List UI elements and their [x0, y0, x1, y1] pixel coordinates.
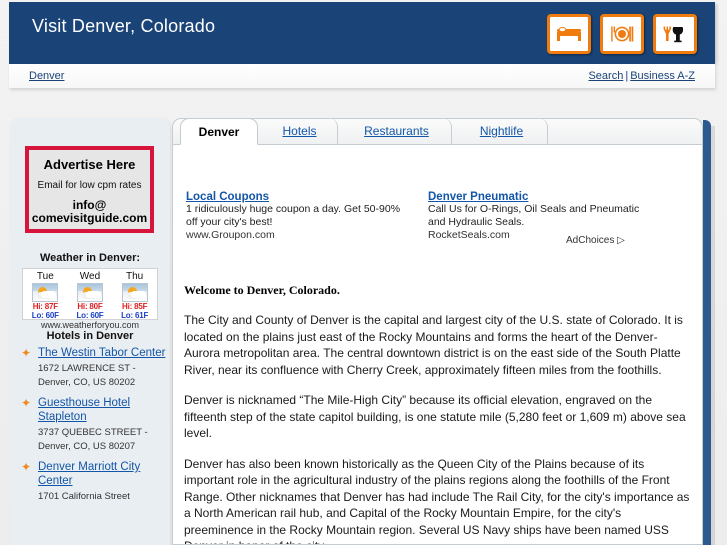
nightlife-icon[interactable] — [653, 14, 697, 54]
ad-right-line1: Call Us for O-Rings, Oil Seals and Pneum… — [428, 203, 640, 215]
weather-day: Wed Hi: 80F Lo: 60F — [70, 271, 110, 320]
panel-edge-shadow — [711, 126, 715, 545]
tab-bar: Denver Hotels Restaurants Nightlife — [172, 118, 715, 145]
star-icon: ✦ — [21, 460, 32, 474]
weather-day-name: Tue — [36, 271, 54, 282]
weather-day: Thu Hi: 85F Lo: 61F — [115, 271, 155, 320]
business-az-link[interactable]: Business A-Z — [630, 70, 695, 82]
article-paragraph-1: The City and County of Denver is the cap… — [184, 313, 683, 377]
hotel-address: 1672 LAWRENCE ST - Denver, CO, US 80202 — [38, 363, 136, 388]
list-item[interactable]: ✦ The Westin Tabor Center 1672 LAWRENCE … — [16, 346, 170, 388]
adchoices-button[interactable]: AdChoices ▷ — [566, 235, 625, 246]
weather-day-name: Wed — [79, 271, 101, 282]
hotel-name-link[interactable]: Guesthouse Hotel Stapleton — [38, 396, 170, 424]
hotel-list: ✦ The Westin Tabor Center 1672 LAWRENCE … — [16, 346, 170, 510]
ad-block: Local Coupons 1 ridiculously huge coupon… — [186, 191, 691, 251]
ad-left-title[interactable]: Local Coupons — [186, 191, 416, 203]
advertise-here-box[interactable]: Advertise Here Email for low cpm rates i… — [25, 146, 154, 233]
advertise-email-line1: info@ — [72, 198, 107, 212]
weather-days: Tue Hi: 87F Lo: 60F Wed Hi: 80F Lo: 60F … — [23, 269, 157, 320]
ad-left[interactable]: Local Coupons 1 ridiculously huge coupon… — [186, 191, 416, 242]
advertise-email: info@ comevisitguide.com — [29, 199, 150, 225]
page-title: Visit Denver, Colorado — [32, 16, 216, 36]
weather-high: Hi: 85F — [122, 302, 148, 311]
weather-low: Lo: 60F — [76, 311, 104, 320]
search-link[interactable]: Search — [588, 70, 623, 82]
breadcrumb-bar: Denver Search | Business A-Z — [9, 62, 715, 88]
star-icon: ✦ — [21, 396, 32, 410]
tab-nightlife[interactable]: Nightlife — [456, 118, 548, 145]
article-paragraph-3: Denver has also been known historically … — [184, 456, 690, 545]
site-header: Visit Denver, Colorado — [9, 2, 715, 62]
article-body: Welcome to Denver, Colorado. The City an… — [184, 283, 692, 545]
welcome-heading: Welcome to Denver, Colorado. — [184, 283, 340, 297]
breadcrumb[interactable]: Denver — [29, 70, 64, 82]
hotels-heading: Hotels in Denver — [46, 330, 134, 342]
sun-behind-cloud-icon — [76, 283, 103, 302]
list-item[interactable]: ✦ Guesthouse Hotel Stapleton 3737 QUEBEC… — [16, 396, 170, 452]
advertise-email-line2: comevisitguide.com — [31, 211, 148, 225]
panel-right-edge — [703, 120, 711, 545]
sun-behind-cloud-icon — [121, 283, 148, 302]
header-icon-group — [547, 14, 697, 54]
weather-high: Hi: 87F — [32, 302, 58, 311]
weather-heading: Weather in Denver: — [39, 252, 141, 264]
tab-restaurants[interactable]: Restaurants — [342, 118, 452, 145]
ad-right-line2: and Hydraulic Seals. — [428, 216, 525, 228]
advertise-subtitle: Email for low cpm rates — [37, 180, 142, 191]
main-content: Denver Hotels Restaurants Nightlife Loca… — [172, 118, 715, 545]
weather-widget[interactable]: Tue Hi: 87F Lo: 60F Wed Hi: 80F Lo: 60F … — [22, 268, 158, 330]
sun-behind-cloud-icon — [32, 283, 59, 302]
left-sidebar: Advertise Here Email for low cpm rates i… — [10, 118, 170, 545]
ad-left-line2: off your city's best! — [186, 216, 273, 228]
hotel-bed-icon[interactable] — [547, 14, 591, 54]
weather-low: Lo: 60F — [31, 311, 59, 320]
hotel-name-link[interactable]: The Westin Tabor Center — [38, 346, 170, 360]
page-root: Visit Denver, Colorado Denver Search | B… — [0, 0, 727, 545]
ad-right-title[interactable]: Denver Pneumatic — [428, 191, 643, 203]
content-panel: Local Coupons 1 ridiculously huge coupon… — [172, 144, 703, 545]
utility-nav: Search | Business A-Z — [588, 70, 695, 82]
weather-day-name: Thu — [126, 271, 144, 282]
adchoices-label: AdChoices — [566, 235, 615, 246]
ad-left-url: www.Groupon.com — [186, 229, 275, 241]
ad-left-line1: 1 ridiculously huge coupon a day. Get 50… — [186, 203, 401, 215]
hotel-address: 3737 QUEBEC STREET - Denver, CO, US 8020… — [38, 427, 148, 452]
weather-day: Tue Hi: 87F Lo: 60F — [25, 271, 65, 320]
adchoices-triangle-icon: ▷ — [617, 235, 625, 246]
star-icon: ✦ — [21, 346, 32, 360]
weather-credit[interactable]: www.weatherforyou.com — [23, 320, 157, 330]
list-item[interactable]: ✦ Denver Marriott City Center 1701 Calif… — [16, 460, 170, 502]
hotel-name-link[interactable]: Denver Marriott City Center — [38, 460, 170, 488]
tab-denver[interactable]: Denver — [180, 118, 258, 145]
weather-high: Hi: 80F — [77, 302, 103, 311]
hotel-address: 1701 California Street — [38, 491, 130, 502]
weather-low: Lo: 61F — [121, 311, 149, 320]
advertise-title: Advertise Here — [43, 157, 136, 172]
article-paragraph-2: Denver is nicknamed “The Mile-High City”… — [184, 393, 686, 440]
restaurant-plate-icon[interactable] — [600, 14, 644, 54]
tab-hotels[interactable]: Hotels — [262, 118, 338, 145]
